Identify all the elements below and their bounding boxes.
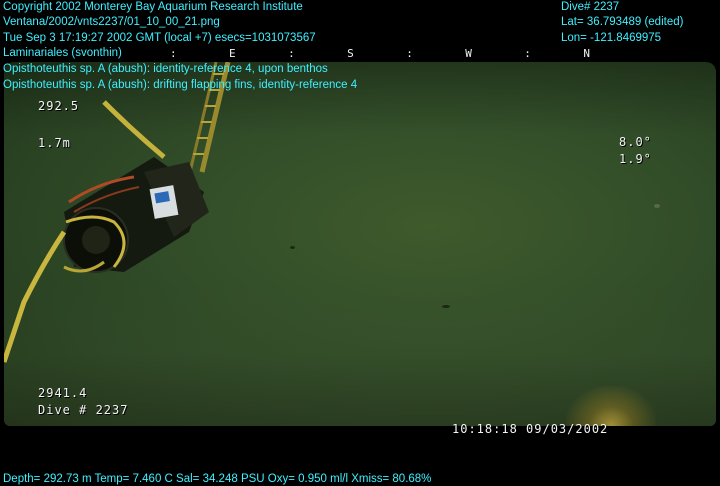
compass-tick: : xyxy=(288,46,295,60)
rov-manipulator-arm xyxy=(4,62,231,363)
underwater-video xyxy=(4,62,716,426)
compass-strip: : E : S : W : N xyxy=(170,46,590,60)
pitch-readout: 8.0° xyxy=(619,135,652,149)
altitude-readout: 1.7m xyxy=(38,136,71,150)
image-path: Ventana/2002/vnts2237/01_10_00_21.png xyxy=(3,16,220,28)
copyright-text: Copyright 2002 Monterey Bay Aquarium Res… xyxy=(3,1,303,13)
compass-east: E xyxy=(229,46,236,60)
dive-label: Dive # 2237 xyxy=(38,403,129,417)
compass-tick: : xyxy=(170,46,177,60)
dive-number: Dive# 2237 xyxy=(561,1,620,13)
sensor-readings: Depth= 292.73 m Temp= 7.460 C Sal= 34.24… xyxy=(3,473,432,485)
compass-tick: : xyxy=(406,46,413,60)
annotation-observation-2: Opisthoteuthis sp. A (abush): drifting f… xyxy=(3,79,358,91)
timestamp-gmt: Tue Sep 3 17:19:27 2002 GMT (local +7) e… xyxy=(3,32,316,44)
heading-readout: 292.5 xyxy=(38,99,80,113)
compass-west: W xyxy=(465,46,472,60)
longitude: Lon= -121.8469975 xyxy=(561,32,662,44)
depth-readout: 2941.4 xyxy=(38,386,88,400)
compass-tick: : xyxy=(524,46,531,60)
compass-north: N xyxy=(583,46,590,60)
compass-south: S xyxy=(347,46,354,60)
video-frame: Copyright 2002 Monterey Bay Aquarium Res… xyxy=(0,0,720,486)
annotation-observation-1: Opisthoteuthis sp. A (abush): identity-r… xyxy=(3,63,328,75)
roll-readout: 1.9° xyxy=(619,152,652,166)
latitude: Lat= 36.793489 (edited) xyxy=(561,16,684,28)
video-timestamp: 10:18:18 09/03/2002 xyxy=(452,422,609,436)
annotation-taxon: Laminariales (svonthin) xyxy=(3,47,122,59)
